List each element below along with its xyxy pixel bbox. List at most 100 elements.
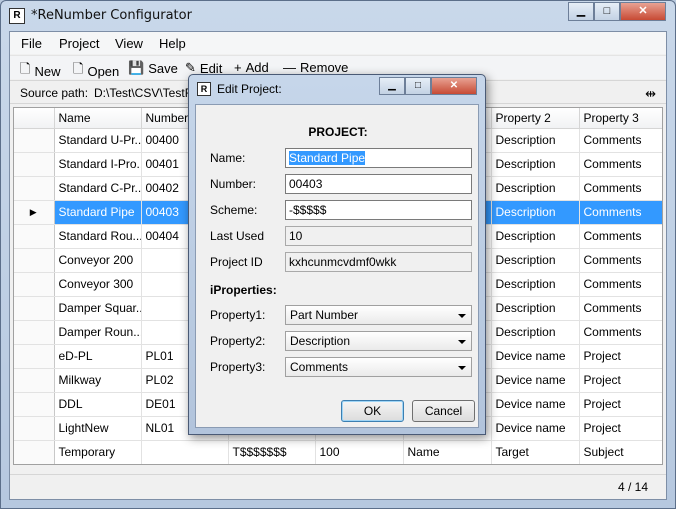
remove-label: Remove xyxy=(300,60,349,75)
table-cell[interactable]: Description xyxy=(491,320,580,345)
table-cell[interactable]: Target xyxy=(491,440,580,464)
row-header[interactable] xyxy=(14,440,55,464)
dialog-maximize-button[interactable]: □ xyxy=(405,77,431,95)
column-header-name[interactable]: Name xyxy=(54,108,142,129)
table-cell[interactable]: Description xyxy=(491,224,580,249)
save-button[interactable]: 💾 Save xyxy=(128,60,178,76)
table-cell[interactable]: Damper Roun... xyxy=(54,320,142,345)
close-button[interactable]: ✕ xyxy=(620,2,666,21)
table-cell[interactable]: Standard I-Pro... xyxy=(54,152,142,177)
table-cell[interactable]: Conveyor 200 xyxy=(54,248,142,273)
row-header[interactable] xyxy=(14,272,55,297)
table-cell[interactable]: LightNew xyxy=(54,416,142,441)
property1-select[interactable]: Part Number xyxy=(285,305,472,325)
table-cell[interactable]: Standard Pipe xyxy=(54,200,142,225)
source-path-value[interactable]: D:\Test\CSV\TestF xyxy=(94,86,192,100)
last-used-label: Last Used xyxy=(210,229,265,243)
table-cell[interactable]: Comments xyxy=(579,224,662,249)
table-cell[interactable]: Comments xyxy=(579,296,662,321)
title-bar[interactable]: R *ReNumber Configurator ▁ □ ✕ xyxy=(1,1,675,31)
table-cell[interactable]: Device name xyxy=(491,344,580,369)
row-header[interactable] xyxy=(14,392,55,417)
row-header[interactable] xyxy=(14,320,55,345)
row-header-corner xyxy=(14,108,55,129)
table-cell[interactable]: Damper Squar... xyxy=(54,296,142,321)
table-cell[interactable]: Description xyxy=(491,200,580,225)
table-cell[interactable]: Comments xyxy=(579,128,662,153)
table-cell[interactable]: Temporary xyxy=(54,440,142,464)
row-header[interactable] xyxy=(14,248,55,273)
menu-help[interactable]: Help xyxy=(159,36,186,51)
row-header[interactable] xyxy=(14,368,55,393)
column-header-property-2[interactable]: Property 2 xyxy=(491,108,580,129)
table-row[interactable]: Temporary T$$$$$$$ 100 Name Target Subject xyxy=(14,440,662,464)
row-header[interactable] xyxy=(14,224,55,249)
row-header[interactable] xyxy=(14,416,55,441)
table-cell[interactable]: Comments xyxy=(579,320,662,345)
table-cell[interactable]: Comments xyxy=(579,272,662,297)
menu-view[interactable]: View xyxy=(115,36,143,51)
open-button[interactable]: 🗋 Open xyxy=(73,60,119,82)
row-header-current-icon[interactable]: ▶ xyxy=(14,200,55,225)
dialog-heading: PROJECT: xyxy=(308,125,368,139)
table-cell[interactable]: Milkway xyxy=(54,368,142,393)
dialog-close-button[interactable]: ✕ xyxy=(431,77,477,95)
maximize-button[interactable]: □ xyxy=(594,2,620,21)
table-cell[interactable]: Description xyxy=(491,152,580,177)
table-cell[interactable]: Project xyxy=(579,344,662,369)
add-button[interactable]: + Add xyxy=(234,60,269,75)
row-header[interactable] xyxy=(14,152,55,177)
table-cell[interactable]: T$$$$$$$ xyxy=(228,440,316,464)
cancel-button[interactable]: Cancel xyxy=(412,400,475,422)
table-cell[interactable]: Description xyxy=(491,176,580,201)
table-cell[interactable]: Device name xyxy=(491,392,580,417)
remove-button[interactable]: — Remove xyxy=(283,60,348,75)
new-document-icon: 🗋 xyxy=(20,61,31,76)
table-cell[interactable]: Description xyxy=(491,296,580,321)
menu-project[interactable]: Project xyxy=(59,36,99,51)
table-cell[interactable]: eD-PL xyxy=(54,344,142,369)
table-cell[interactable]: Comments xyxy=(579,248,662,273)
new-button[interactable]: 🗋 New xyxy=(20,60,60,82)
fit-columns-icon[interactable]: ⇹ xyxy=(645,86,656,102)
last-used-field: 10 xyxy=(285,226,472,246)
property3-value: Comments xyxy=(290,360,349,374)
row-header[interactable] xyxy=(14,176,55,201)
table-cell[interactable]: Project xyxy=(579,368,662,393)
column-header-property-3[interactable]: Property 3 xyxy=(579,108,662,129)
table-cell[interactable]: Comments xyxy=(579,176,662,201)
table-cell[interactable]: Device name xyxy=(491,368,580,393)
row-header[interactable] xyxy=(14,296,55,321)
table-cell[interactable]: Standard U-Pr... xyxy=(54,128,142,153)
property3-select[interactable]: Comments xyxy=(285,357,472,377)
table-cell[interactable]: Comments xyxy=(579,200,662,225)
table-cell[interactable]: Conveyor 300 xyxy=(54,272,142,297)
table-cell[interactable]: DDL xyxy=(54,392,142,417)
name-field[interactable]: Standard Pipe xyxy=(285,148,472,168)
table-cell[interactable]: Comments xyxy=(579,152,662,177)
property2-value: Description xyxy=(290,334,351,348)
dialog-minimize-button[interactable]: ▁ xyxy=(379,77,405,95)
table-cell[interactable]: Device name xyxy=(491,416,580,441)
table-cell[interactable]: Name xyxy=(403,440,492,464)
table-cell[interactable]: Subject xyxy=(579,440,662,464)
menu-file[interactable]: File xyxy=(21,36,42,51)
table-cell[interactable]: Project xyxy=(579,392,662,417)
table-cell[interactable] xyxy=(141,440,229,464)
scheme-field[interactable]: -$$$$$ xyxy=(285,200,472,220)
row-header[interactable] xyxy=(14,128,55,153)
number-label: Number: xyxy=(210,177,257,191)
ok-button[interactable]: OK xyxy=(341,400,404,422)
row-header[interactable] xyxy=(14,344,55,369)
table-cell[interactable]: Project xyxy=(579,416,662,441)
table-cell[interactable]: 100 xyxy=(315,440,404,464)
table-cell[interactable]: Description xyxy=(491,248,580,273)
table-cell[interactable]: Description xyxy=(491,128,580,153)
table-cell[interactable]: Standard C-Pr... xyxy=(54,176,142,201)
table-cell[interactable]: Standard Rou... xyxy=(54,224,142,249)
property1-label: Property1: xyxy=(210,308,266,322)
minimize-button[interactable]: ▁ xyxy=(568,2,594,21)
property2-select[interactable]: Description xyxy=(285,331,472,351)
number-field[interactable]: 00403 xyxy=(285,174,472,194)
table-cell[interactable]: Description xyxy=(491,272,580,297)
